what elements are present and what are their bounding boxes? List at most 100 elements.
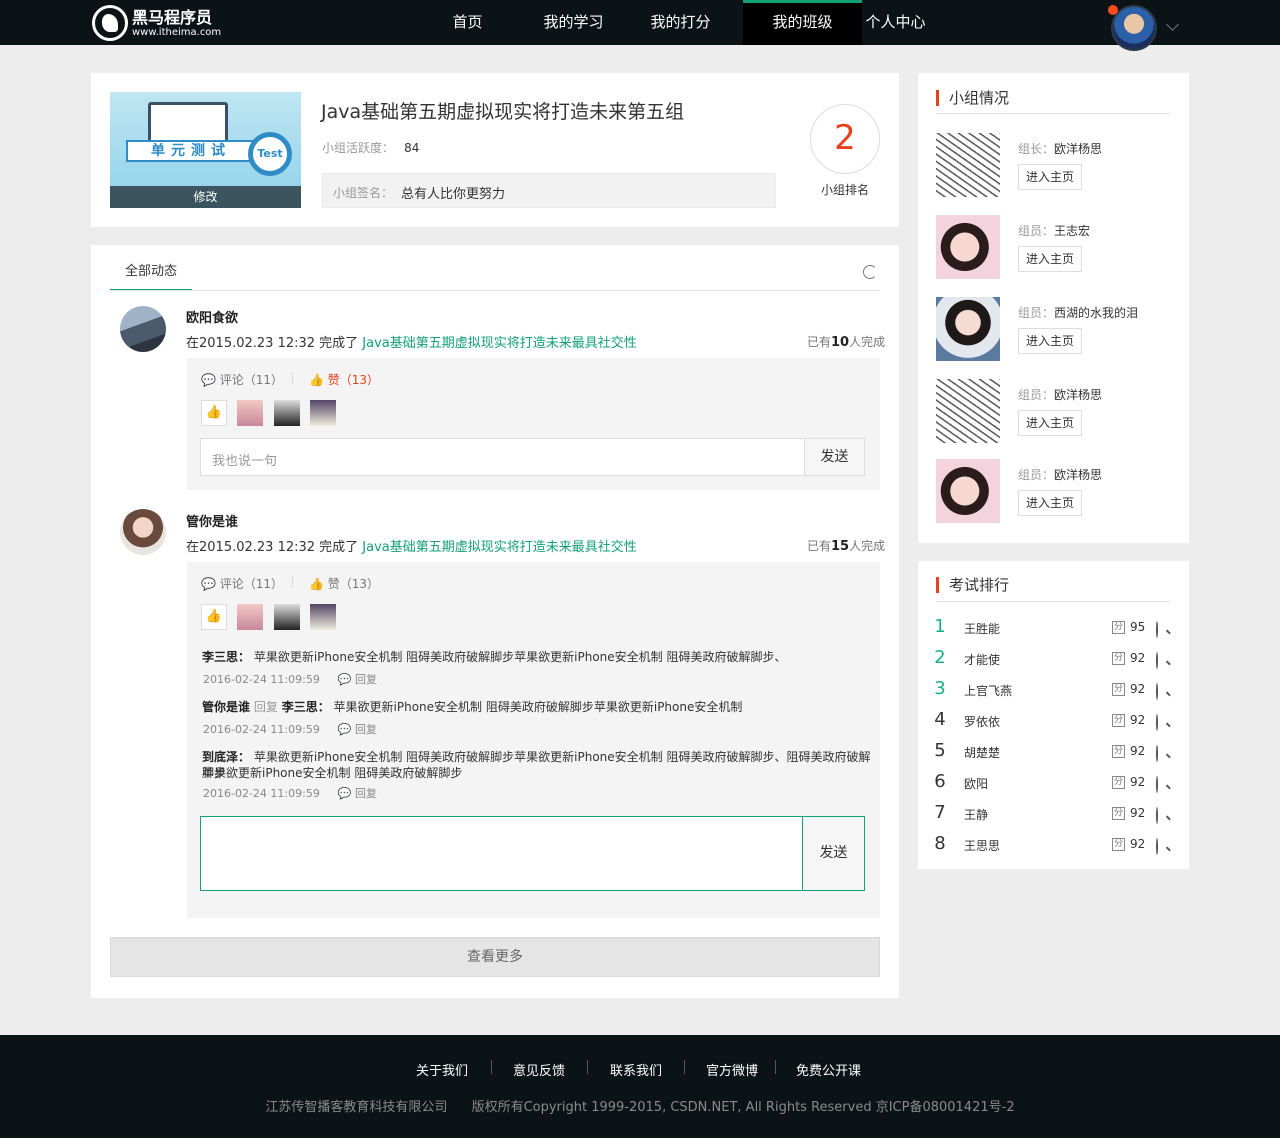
post-author-avatar[interactable] (120, 306, 166, 352)
liker-avatar[interactable] (310, 400, 336, 426)
search-icon[interactable] (1156, 776, 1158, 793)
post-author-avatar[interactable] (120, 509, 166, 555)
tab-divider (110, 290, 880, 291)
send-button[interactable]: 发送 (802, 817, 864, 890)
ranking-section-title: 考试排行 (936, 577, 1009, 593)
reply-link[interactable]: 💬 回复 (338, 723, 377, 736)
reply-author[interactable]: 管你是谁 (202, 700, 250, 714)
like-toggle[interactable]: 👍 赞（13） (309, 575, 379, 592)
reply-target[interactable]: 李三思： (282, 700, 330, 714)
member-avatar[interactable] (936, 459, 1000, 523)
rank-name[interactable]: 才能使 (964, 651, 1000, 668)
member-avatar[interactable] (936, 379, 1000, 443)
send-button[interactable]: 发送 (804, 439, 864, 475)
post-task-link[interactable]: Java基础第五期虚拟现实将打造未来最具社交性 (362, 540, 636, 555)
nav-my-study[interactable]: 我的学习 (520, 0, 627, 45)
like-button[interactable]: 👍 (201, 604, 227, 630)
completion-count: 已有10人完成 (807, 333, 885, 350)
search-icon[interactable] (1156, 807, 1158, 824)
score-value: 92 (1130, 713, 1146, 727)
liker-avatar[interactable] (274, 604, 300, 630)
reply-author[interactable]: 李三思： (202, 650, 250, 664)
refresh-icon[interactable] (863, 265, 877, 279)
ranking-row: 2 才能使 分 92 (934, 647, 1170, 671)
rank-name[interactable]: 欧阳 (964, 775, 988, 792)
reply-link[interactable]: 💬 回复 (338, 673, 377, 686)
score-icon: 分 (1112, 652, 1125, 665)
rank-name[interactable]: 罗依依 (964, 713, 1000, 730)
reply-meta: 2016-02-24 11:09:59 💬 回复 (203, 671, 377, 687)
rank-name[interactable]: 王静 (964, 806, 988, 823)
rank-name[interactable]: 胡楚楚 (964, 744, 1000, 761)
member-avatar[interactable] (936, 297, 1000, 361)
reply-author[interactable]: 到底泽： (202, 750, 250, 764)
group-rank-value: 2 (810, 104, 880, 174)
footer-separator (587, 1060, 588, 1074)
post-task-link[interactable]: Java基础第五期虚拟现实将打造未来最具社交性 (362, 336, 636, 351)
reply-link[interactable]: 💬 回复 (338, 787, 377, 800)
search-icon[interactable] (1156, 652, 1158, 669)
score-icon: 分 (1112, 745, 1125, 758)
search-icon[interactable] (1156, 745, 1158, 762)
nav-home[interactable]: 首页 (414, 0, 521, 45)
member-name[interactable]: 欧洋杨思 (1054, 468, 1102, 482)
enter-homepage-button[interactable]: 进入主页 (1018, 490, 1082, 516)
tab-all-activity[interactable]: 全部动态 (110, 259, 192, 291)
search-icon[interactable] (1156, 714, 1158, 731)
site-logo[interactable]: 黑马程序员 www.itheima.com (92, 4, 221, 42)
liker-avatar[interactable] (237, 400, 263, 426)
rank-name[interactable]: 王胜能 (964, 620, 1000, 637)
search-icon[interactable] (1156, 621, 1158, 638)
reply-meta: 2016-02-24 11:09:59 💬 回复 (203, 721, 377, 737)
comment-toggle[interactable]: 💬 评论（11） (201, 371, 283, 388)
footer-link-contact[interactable]: 联系我们 (610, 1060, 662, 1079)
like-button[interactable]: 👍 (201, 400, 227, 426)
comment-toggle[interactable]: 💬 评论（11） (201, 575, 283, 592)
liker-avatar[interactable] (274, 400, 300, 426)
enter-homepage-button[interactable]: 进入主页 (1018, 410, 1082, 436)
enter-homepage-button[interactable]: 进入主页 (1018, 164, 1082, 190)
search-icon[interactable] (1156, 838, 1158, 855)
enter-homepage-button[interactable]: 进入主页 (1018, 328, 1082, 354)
member-name[interactable]: 西湖的水我的泪 (1054, 306, 1138, 320)
rank-number: 5 (934, 740, 946, 761)
activity-row: 小组活跃度： 84 (322, 139, 419, 156)
reply-label: 回复 (355, 673, 378, 686)
member-avatar[interactable] (936, 133, 1000, 197)
sign-label: 小组签名： (333, 186, 394, 200)
footer-link-about[interactable]: 关于我们 (416, 1060, 468, 1079)
activity-value: 84 (404, 141, 420, 155)
company-name: 江苏传智播客教育科技有限公司 (265, 1100, 448, 1115)
post-prefix: 在2015.02.23 12:32 完成了 (186, 540, 363, 555)
member-name[interactable]: 王志宏 (1054, 224, 1090, 238)
logo-title: 黑马程序员 (132, 7, 213, 27)
liker-avatar[interactable] (310, 604, 336, 630)
user-avatar[interactable] (1111, 5, 1157, 51)
reply-textarea[interactable]: 发送 (200, 816, 865, 891)
score-icon: 分 (1112, 776, 1125, 789)
group-rank-label: 小组排名 (820, 183, 869, 197)
member-name[interactable]: 欧洋杨思 (1054, 142, 1102, 156)
footer-link-open-course[interactable]: 免费公开课 (796, 1060, 861, 1079)
load-more-button[interactable]: 查看更多 (110, 937, 880, 977)
group-thumbnail[interactable]: 单元测试 Test 修改 (110, 92, 301, 208)
search-icon[interactable] (1156, 683, 1158, 700)
footer-link-feedback[interactable]: 意见反馈 (513, 1060, 565, 1079)
like-toggle[interactable]: 👍 赞（13） (309, 371, 379, 388)
liker-avatar[interactable] (237, 604, 263, 630)
edit-thumbnail-button[interactable]: 修改 (110, 186, 301, 208)
reply-label: 回复 (355, 787, 378, 800)
post-author-name[interactable]: 管你是谁 (186, 511, 238, 530)
enter-homepage-button[interactable]: 进入主页 (1018, 246, 1082, 272)
rank-name[interactable]: 王思思 (964, 837, 1000, 854)
nav-personal-center[interactable]: 个人中心 (842, 0, 949, 45)
footer-link-weibo[interactable]: 官方微博 (706, 1060, 758, 1079)
nav-my-score[interactable]: 我的打分 (627, 0, 734, 45)
member-name[interactable]: 欧洋杨思 (1054, 388, 1102, 402)
comment-input[interactable]: 我也说一句 发送 (200, 438, 865, 476)
rank-name[interactable]: 上官飞燕 (964, 682, 1012, 699)
rank-score: 分 92 (1112, 682, 1145, 696)
post-author-name[interactable]: 欧阳食欲 (186, 307, 238, 326)
member-avatar[interactable] (936, 215, 1000, 279)
member-role: 组员：西湖的水我的泪 (1018, 304, 1138, 321)
